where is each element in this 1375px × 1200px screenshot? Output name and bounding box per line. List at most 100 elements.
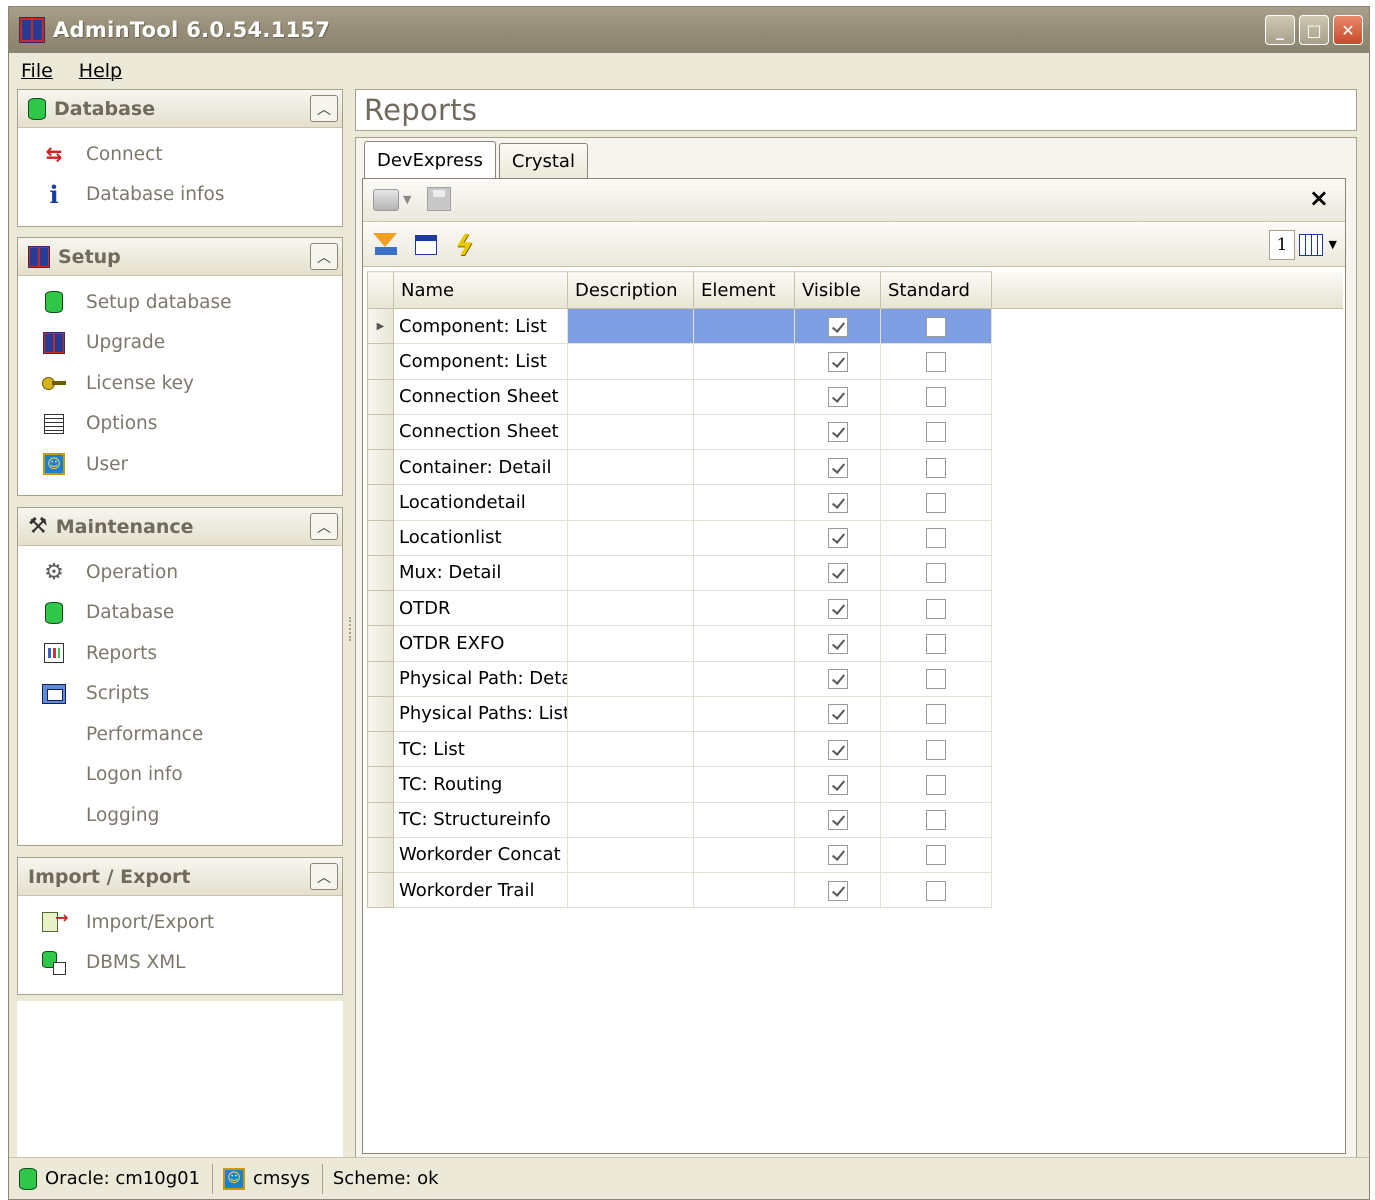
cell-description[interactable]: [567, 730, 694, 768]
row-indicator[interactable]: [367, 730, 394, 768]
cell-name[interactable]: Component: List: [393, 307, 568, 345]
nav-item-database[interactable]: Database: [18, 593, 342, 634]
cell-visible[interactable]: [794, 554, 881, 592]
cell-element[interactable]: [693, 484, 795, 521]
cell-visible[interactable]: [794, 378, 881, 415]
column-header-standard[interactable]: Standard: [880, 271, 992, 309]
cell-element[interactable]: [693, 766, 795, 803]
cell-description[interactable]: [567, 801, 694, 838]
visible-checkbox[interactable]: [827, 457, 848, 478]
cell-name[interactable]: Workorder Concat: [393, 836, 568, 874]
cell-name[interactable]: TC: List: [393, 730, 568, 768]
cell-description[interactable]: [567, 343, 694, 380]
cell-element[interactable]: [693, 307, 795, 345]
cell-element[interactable]: [693, 554, 795, 592]
cell-description[interactable]: [567, 307, 694, 345]
standard-checkbox[interactable]: [926, 810, 946, 831]
nav-item-logging[interactable]: Logging: [18, 795, 342, 836]
cell-standard[interactable]: [880, 695, 992, 733]
cell-description[interactable]: [567, 660, 694, 697]
standard-checkbox[interactable]: [926, 598, 946, 619]
table-row[interactable]: Mux: Detail: [367, 554, 1344, 592]
standard-checkbox[interactable]: [926, 528, 946, 549]
grid-dropdown-icon[interactable]: ▼: [1329, 238, 1337, 251]
cell-visible[interactable]: [794, 307, 881, 345]
collapse-button[interactable]: ︿: [310, 863, 338, 890]
cell-visible[interactable]: [794, 519, 881, 556]
standard-checkbox[interactable]: [926, 457, 946, 478]
table-row[interactable]: OTDR EXFO: [367, 625, 1344, 662]
cell-name[interactable]: Workorder Trail: [393, 871, 568, 909]
cell-name[interactable]: Component: List: [393, 343, 568, 380]
cell-element[interactable]: [693, 378, 795, 415]
cell-visible[interactable]: [794, 766, 881, 803]
visible-checkbox[interactable]: [827, 422, 848, 443]
cell-standard[interactable]: [880, 836, 992, 874]
visible-checkbox[interactable]: [827, 739, 848, 760]
cell-visible[interactable]: [794, 871, 881, 909]
standard-checkbox[interactable]: [926, 492, 946, 513]
visible-checkbox[interactable]: [827, 669, 848, 690]
cell-standard[interactable]: [880, 730, 992, 768]
cell-description[interactable]: [567, 378, 694, 415]
row-indicator[interactable]: [367, 413, 394, 451]
print-icon[interactable]: [373, 189, 399, 211]
visible-checkbox[interactable]: [827, 351, 848, 372]
cell-visible[interactable]: [794, 801, 881, 838]
cell-standard[interactable]: [880, 554, 992, 592]
visible-checkbox[interactable]: [827, 810, 848, 831]
standard-checkbox[interactable]: [926, 563, 946, 584]
standard-checkbox[interactable]: [926, 387, 946, 408]
cell-element[interactable]: [693, 730, 795, 768]
cell-visible[interactable]: [794, 695, 881, 733]
row-indicator[interactable]: [367, 660, 394, 697]
minimize-button[interactable]: _: [1265, 15, 1295, 45]
nav-item-dbms-xml[interactable]: DBMS XML: [18, 943, 342, 984]
collapse-button[interactable]: ︿: [310, 513, 338, 540]
table-row[interactable]: TC: Structureinfo: [367, 801, 1344, 838]
cell-standard[interactable]: [880, 519, 992, 556]
table-row[interactable]: Connection Sheet: [367, 378, 1344, 415]
group-header-import-export[interactable]: Import / Export ︿: [18, 858, 342, 896]
cell-element[interactable]: [693, 625, 795, 662]
nav-item-user[interactable]: ☺ User: [18, 444, 342, 485]
cell-name[interactable]: OTDR EXFO: [393, 625, 568, 662]
lightning-icon[interactable]: ϟ: [451, 229, 478, 262]
tab-devexpress[interactable]: DevExpress: [364, 141, 496, 178]
table-row[interactable]: TC: Routing: [367, 766, 1344, 803]
nav-item-logon-info[interactable]: Logon info: [18, 755, 342, 796]
group-header-database[interactable]: Database ︿: [18, 90, 342, 128]
visible-checkbox[interactable]: [827, 633, 848, 654]
cell-visible[interactable]: [794, 343, 881, 380]
standard-checkbox[interactable]: [926, 633, 946, 654]
collapse-button[interactable]: ︿: [310, 95, 338, 122]
row-indicator[interactable]: [367, 378, 394, 415]
row-indicator[interactable]: [367, 836, 394, 874]
tab-crystal[interactable]: Crystal: [498, 143, 588, 178]
row-indicator[interactable]: ▶: [367, 307, 394, 345]
nav-item-upgrade[interactable]: Upgrade: [18, 323, 342, 364]
cell-name[interactable]: Locationdetail: [393, 484, 568, 521]
collapse-button[interactable]: ︿: [310, 243, 338, 270]
standard-checkbox[interactable]: [926, 669, 946, 690]
page-indicator[interactable]: 1: [1269, 230, 1295, 260]
group-header-setup[interactable]: Setup ︿: [18, 238, 342, 276]
nav-item-reports[interactable]: Reports: [18, 633, 342, 674]
cell-element[interactable]: [693, 343, 795, 380]
row-indicator[interactable]: [367, 589, 394, 627]
cell-description[interactable]: [567, 589, 694, 627]
cell-name[interactable]: Connection Sheet: [393, 413, 568, 451]
cell-element[interactable]: [693, 519, 795, 556]
cell-visible[interactable]: [794, 625, 881, 662]
standard-checkbox[interactable]: [926, 316, 946, 337]
standard-checkbox[interactable]: [926, 845, 946, 866]
standard-checkbox[interactable]: [926, 422, 946, 443]
visible-checkbox[interactable]: [827, 704, 848, 725]
row-indicator[interactable]: [367, 801, 394, 838]
visible-checkbox[interactable]: [827, 316, 848, 337]
row-indicator[interactable]: [367, 519, 394, 556]
column-header-description[interactable]: Description: [567, 271, 694, 309]
visible-checkbox[interactable]: [827, 528, 848, 549]
cell-visible[interactable]: [794, 484, 881, 521]
cell-description[interactable]: [567, 484, 694, 521]
